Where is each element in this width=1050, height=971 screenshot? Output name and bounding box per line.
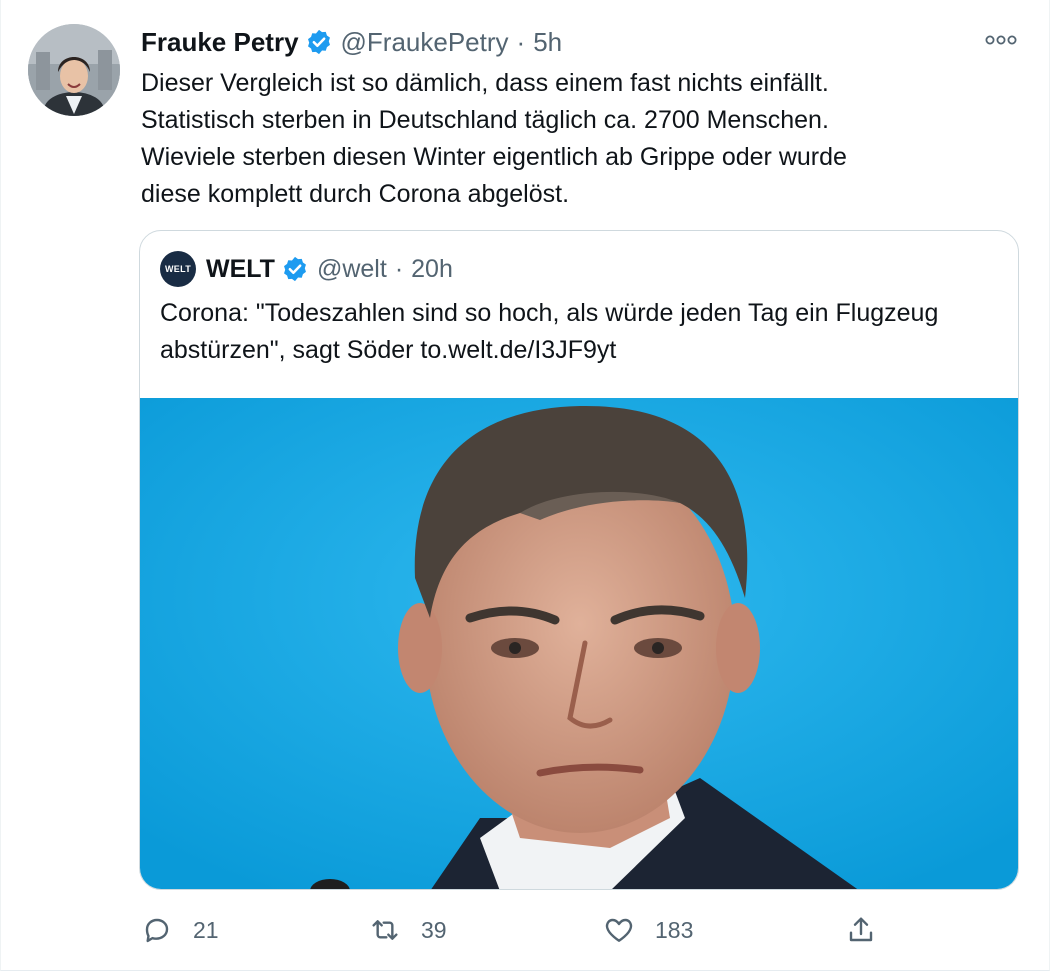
retweet-icon (372, 920, 398, 940)
more-options-icon[interactable] (981, 26, 1021, 54)
quoted-author-avatar: WELT (160, 251, 196, 287)
avatar-photo (28, 24, 120, 116)
tweet-time[interactable]: 5h (533, 27, 562, 58)
share-icon (849, 917, 873, 942)
verified-badge-icon (307, 29, 330, 55)
heart-icon (605, 918, 633, 942)
separator-dot: · (516, 26, 526, 57)
tweet-actions: 21 39 183 (139, 905, 1019, 955)
quoted-tweet[interactable]: WELT WELT @welt · 20h Corona: "Todeszahl… (139, 230, 1019, 890)
tweet-header: Frauke Petry @FraukePetry · 5h (141, 24, 562, 60)
quoted-author-name: WELT (206, 254, 275, 283)
like-button[interactable]: 183 (603, 905, 693, 955)
quoted-tweet-text: Corona: "Todeszahlen sind so hoch, als w… (160, 299, 939, 364)
like-count: 183 (655, 916, 694, 943)
verified-badge-icon (284, 256, 306, 282)
separator-dot: · (394, 254, 404, 283)
quoted-tweet-header: WELT WELT @welt · 20h (160, 251, 453, 287)
quoted-author-handle: @welt (316, 254, 387, 283)
share-button[interactable] (845, 905, 877, 955)
author-avatar[interactable] (28, 24, 120, 116)
reply-button[interactable]: 21 (141, 905, 219, 955)
author-handle[interactable]: @FraukePetry (341, 27, 509, 58)
retweet-count: 39 (421, 916, 447, 943)
reply-count: 21 (193, 916, 219, 943)
quoted-tweet-time: 20h (411, 254, 453, 283)
tweet-card[interactable]: Frauke Petry @FraukePetry · 5h Dieser Ve… (0, 0, 1050, 971)
author-name[interactable]: Frauke Petry (141, 27, 299, 58)
reply-icon (145, 918, 169, 943)
quoted-tweet-photo[interactable] (140, 398, 1019, 890)
tweet-text: Dieser Vergleich ist so dämlich, dass ei… (141, 69, 847, 208)
retweet-button[interactable]: 39 (369, 905, 447, 955)
